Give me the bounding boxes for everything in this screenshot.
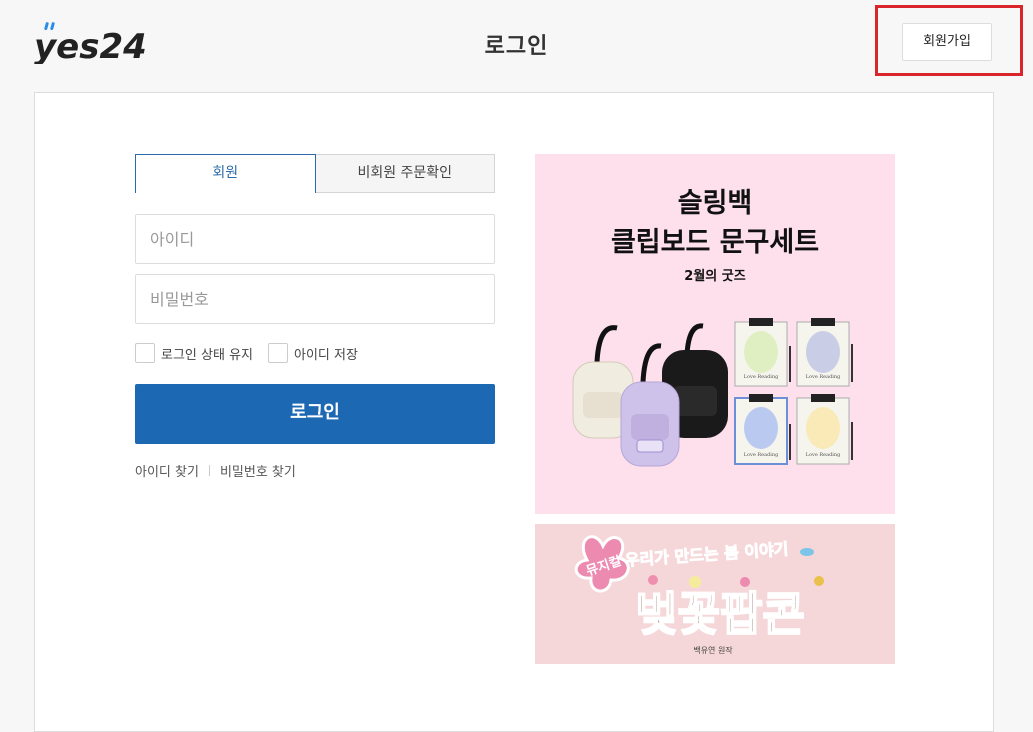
keep-login-checkbox[interactable]: 로그인 상태 유지	[135, 343, 253, 363]
sling-bags-image	[572, 323, 728, 467]
id-input[interactable]	[135, 214, 495, 264]
svg-text:Love Reading: Love Reading	[806, 374, 841, 380]
header: yes24 로그인 회원가입	[0, 0, 1033, 92]
save-id-checkbox[interactable]: 아이디 저장	[268, 343, 358, 363]
login-options: 로그인 상태 유지 아이디 저장	[135, 343, 373, 363]
login-tabs: 회원 비회원 주문확인	[135, 154, 495, 193]
goods-promo-banner[interactable]: 슬링백 클립보드 문구세트 2월의 굿즈 Love Reading Love R…	[535, 154, 895, 514]
svg-text:백유연 원작: 백유연 원작	[693, 645, 733, 655]
banner-title-line1: 슬링백	[677, 188, 753, 219]
svg-text:Love Reading: Love Reading	[806, 452, 841, 458]
svg-text:벚꽃팝콘: 벚꽃팝콘	[635, 587, 804, 641]
keep-login-label[interactable]: 로그인 상태 유지	[161, 344, 253, 363]
login-button[interactable]: 로그인	[135, 384, 495, 444]
svg-text:Love Reading: Love Reading	[744, 452, 779, 458]
tab-guest-order[interactable]: 비회원 주문확인	[315, 154, 495, 193]
musical-promo-banner[interactable]: 뮤지컬 우리가 만드는 봄 이야기 벚꽃팝콘 백유연 원작	[535, 524, 895, 664]
svg-text:우리가 만드는 봄 이야기: 우리가 만드는 봄 이야기	[624, 539, 789, 569]
tab-member[interactable]: 회원	[135, 154, 316, 193]
password-input[interactable]	[135, 274, 495, 324]
banner-title: 슬링백 클립보드 문구세트	[535, 184, 895, 262]
find-id-link[interactable]: 아이디 찾기	[135, 461, 199, 480]
musical-banner-art: 뮤지컬 우리가 만드는 봄 이야기 벚꽃팝콘 백유연 원작	[574, 535, 824, 655]
save-id-label[interactable]: 아이디 저장	[294, 344, 358, 363]
join-button[interactable]: 회원가입	[902, 23, 992, 61]
banner-subtitle: 2월의 굿즈	[684, 269, 746, 284]
banner-title-line2: 클립보드 문구세트	[610, 227, 820, 258]
clipboards-image: Love Reading Love Reading Love Reading L…	[734, 318, 853, 465]
divider	[208, 465, 210, 476]
checkbox-box[interactable]	[135, 343, 155, 363]
svg-text:Love Reading: Love Reading	[744, 374, 779, 380]
find-links: 아이디 찾기 비밀번호 찾기	[135, 461, 296, 480]
login-card: 회원 비회원 주문확인 로그인 상태 유지 아이디 저장 로그인 아이디 찾기 …	[34, 92, 994, 732]
find-password-link[interactable]: 비밀번호 찾기	[220, 461, 296, 480]
checkbox-box[interactable]	[268, 343, 288, 363]
